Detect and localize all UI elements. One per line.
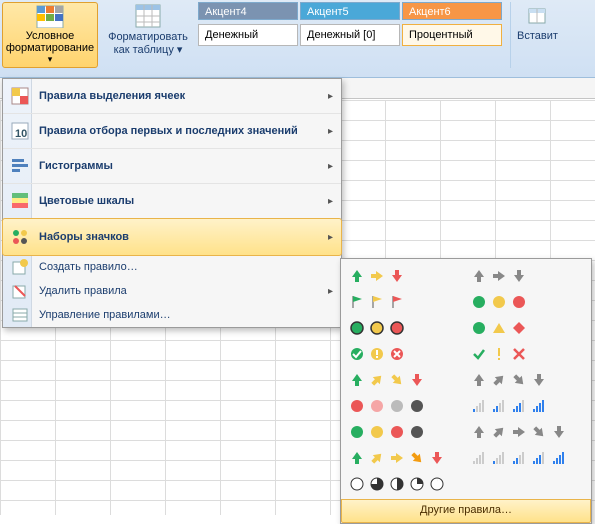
iconset-option[interactable] xyxy=(347,421,455,443)
color-scales-icon xyxy=(9,191,31,211)
conditional-formatting-menu: Правила выделения ячеек ▸ 10 Правила отб… xyxy=(2,78,342,328)
menu-color-scales[interactable]: Цветовые шкалы ▸ xyxy=(3,184,341,219)
menu-highlight-cells[interactable]: Правила выделения ячеек ▸ xyxy=(3,79,341,114)
insert-button[interactable]: Вставит xyxy=(510,2,556,68)
style-accent4[interactable]: Акцент4 xyxy=(198,2,298,20)
conditional-formatting-button[interactable]: Условное форматирование▾ xyxy=(2,2,98,68)
iconset-option[interactable] xyxy=(469,369,577,391)
style-accent6[interactable]: Акцент6 xyxy=(402,2,502,20)
insert-label: Вставит xyxy=(517,30,556,42)
data-bars-icon xyxy=(9,156,31,176)
top-bottom-icon: 10 xyxy=(9,121,31,141)
svg-text:10: 10 xyxy=(15,128,27,140)
iconset-option[interactable] xyxy=(347,447,455,469)
iconset-option[interactable] xyxy=(347,317,455,339)
chevron-right-icon: ▸ xyxy=(328,232,333,243)
styles-group: Условное форматирование▾ Форматировать к… xyxy=(2,2,556,74)
format-as-table-icon xyxy=(135,4,161,28)
iconset-option[interactable] xyxy=(347,291,455,313)
style-accent5[interactable]: Акцент5 xyxy=(300,2,400,20)
dropdown-arrow-icon: ▾ xyxy=(48,54,53,65)
chevron-right-icon: ▸ xyxy=(328,161,333,172)
menu-data-bars[interactable]: Гистограммы ▸ xyxy=(3,149,341,184)
iconset-option[interactable] xyxy=(469,421,577,443)
iconset-option[interactable] xyxy=(469,447,577,469)
cell-styles-gallery: Акцент4 Акцент5 Акцент6 Денежный Денежны… xyxy=(198,2,502,68)
style-percent[interactable]: Процентный xyxy=(402,24,502,46)
highlight-cells-icon xyxy=(9,86,31,106)
style-currency[interactable]: Денежный xyxy=(198,24,298,46)
menu-label: Управление правилами… xyxy=(39,309,171,321)
menu-label: Создать правило… xyxy=(39,261,138,273)
manage-rules-icon xyxy=(9,307,31,323)
menu-clear-rules[interactable]: Удалить правила ▸ xyxy=(3,279,341,303)
new-rule-icon xyxy=(9,259,31,275)
menu-manage-rules[interactable]: Управление правилами… xyxy=(3,303,341,327)
iconset-option[interactable] xyxy=(469,317,577,339)
iconset-option[interactable] xyxy=(347,265,455,287)
menu-top-bottom[interactable]: 10 Правила отбора первых и последних зна… xyxy=(3,114,341,149)
conditional-formatting-icon xyxy=(36,5,64,28)
menu-new-rule[interactable]: Создать правило… xyxy=(3,255,341,279)
iconset-option[interactable] xyxy=(469,473,577,495)
iconset-option[interactable] xyxy=(469,343,577,365)
chevron-right-icon: ▸ xyxy=(328,286,333,297)
clear-rules-icon xyxy=(9,283,31,299)
iconset-option[interactable] xyxy=(347,395,455,417)
menu-label: Правила отбора первых и последних значен… xyxy=(39,125,298,137)
chevron-right-icon: ▸ xyxy=(328,196,333,207)
iconset-option[interactable] xyxy=(469,395,577,417)
menu-label: Гистограммы xyxy=(39,160,113,172)
iconset-option[interactable] xyxy=(347,369,455,391)
icon-sets-submenu: Другие правила… xyxy=(340,258,592,524)
chevron-right-icon: ▸ xyxy=(328,91,333,102)
conditional-formatting-label: Условное форматирование xyxy=(4,30,96,54)
menu-label: Правила выделения ячеек xyxy=(39,90,185,102)
menu-icon-sets[interactable]: Наборы значков ▸ xyxy=(2,218,342,256)
menu-label: Наборы значков xyxy=(39,231,129,243)
more-rules-button[interactable]: Другие правила… xyxy=(341,499,591,523)
insert-cells-icon xyxy=(525,5,549,27)
chevron-right-icon: ▸ xyxy=(328,126,333,137)
iconset-option[interactable] xyxy=(469,265,577,287)
iconset-option[interactable] xyxy=(347,473,455,495)
iconset-option[interactable] xyxy=(347,343,455,365)
icon-sets-icon xyxy=(9,227,31,247)
format-as-table-button[interactable]: Форматировать как таблицу ▾ xyxy=(102,2,194,68)
menu-label: Удалить правила xyxy=(39,285,127,297)
ribbon: Условное форматирование▾ Форматировать к… xyxy=(0,0,595,78)
style-currency-0[interactable]: Денежный [0] xyxy=(300,24,400,46)
iconset-option[interactable] xyxy=(469,291,577,313)
menu-label: Цветовые шкалы xyxy=(39,195,134,207)
dropdown-arrow-icon: ▾ xyxy=(177,44,183,56)
